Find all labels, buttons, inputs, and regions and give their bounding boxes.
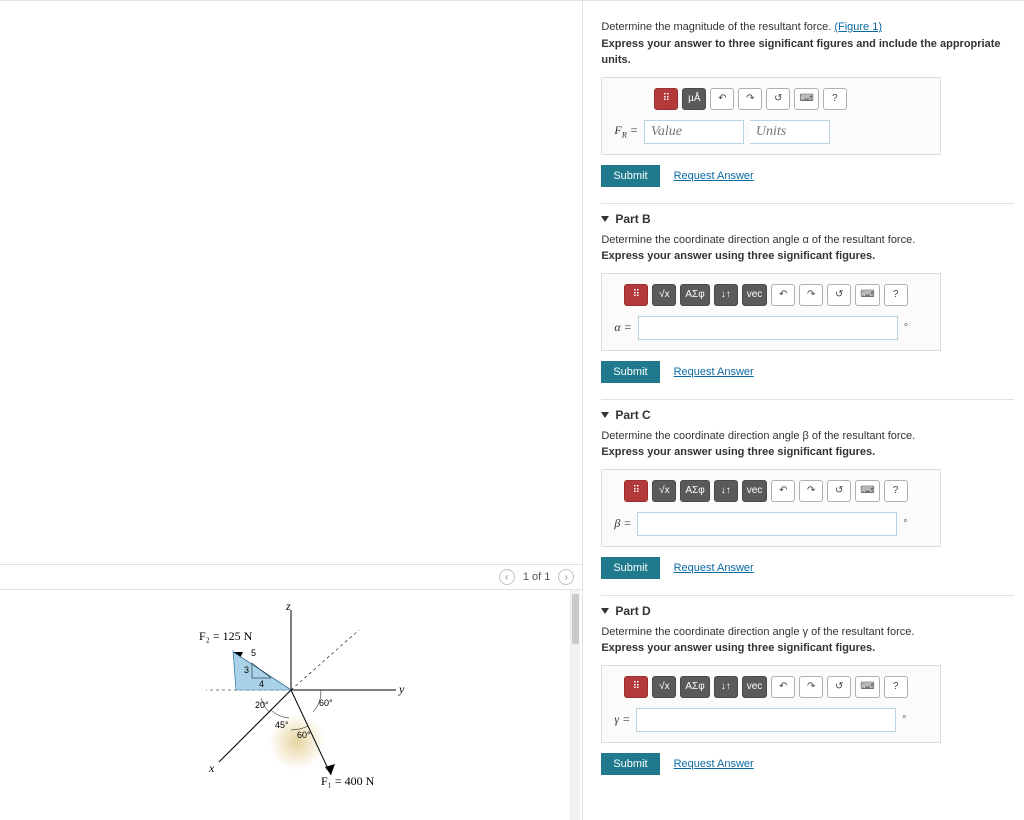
partA-submit-button[interactable]: Submit [601,165,659,187]
partA-guidance: Express your answer to three significant… [601,36,1014,69]
figure-nav: ‹ 1 of 1 › [0,564,582,590]
angle-45: 45° [275,720,289,730]
greek-button[interactable]: ΑΣφ [680,284,709,306]
partA-var-label: FR = [614,123,638,139]
partB-instruction: Determine the coordinate direction angle… [601,232,1014,249]
partB-value-input[interactable] [638,316,898,340]
help-button[interactable]: ? [884,676,908,698]
subsup-button[interactable]: ↓↑ [714,284,738,306]
tri-3: 3 [244,665,249,675]
scrollbar-thumb[interactable] [572,594,579,644]
partB-unit-suffix: ° [904,322,908,334]
partB-header[interactable]: Part B [601,203,1014,226]
partB-answerbox: ⠿ √x ΑΣφ ↓↑ vec ↶ ↷ ↺ ⌨ ? α = ° [601,273,941,351]
keyboard-button[interactable]: ⌨ [855,284,879,306]
reset-button[interactable]: ↺ [827,676,851,698]
caret-icon [601,216,609,222]
partC-instruction: Determine the coordinate direction angle… [601,428,1014,445]
figure-link[interactable]: (Figure 1) [834,21,882,33]
angle-60a: 60° [319,698,333,708]
tri-5: 5 [251,648,256,658]
partC-var-label: β = [614,516,631,531]
partD-title: Part D [615,604,650,618]
templates-button[interactable]: ⠿ [624,676,648,698]
redo-button[interactable]: ↷ [738,88,762,110]
partD-guidance: Express your answer using three signific… [601,640,1014,657]
partB-guidance: Express your answer using three signific… [601,248,1014,265]
partD-answerbox: ⠿ √x ΑΣφ ↓↑ vec ↶ ↷ ↺ ⌨ ? γ = ° [601,665,941,743]
force-f2-label: F₂ = 125 N [199,629,253,643]
sqrt-button[interactable]: √x [652,676,676,698]
help-button[interactable]: ? [884,480,908,502]
undo-button[interactable]: ↶ [710,88,734,110]
partC-value-input[interactable] [637,512,897,536]
partD-submit-button[interactable]: Submit [601,753,659,775]
tri-4: 4 [259,679,264,689]
axis-x-label: x [208,761,215,775]
angle-20: 20° [255,700,269,710]
help-button[interactable]: ? [884,284,908,306]
partB-title: Part B [615,212,650,226]
figure-body: z y x F₂ = 125 N F₁ = 400 N 60° 60° 45° … [0,590,582,820]
partC-header[interactable]: Part C [601,399,1014,422]
units-button[interactable]: µÅ [682,88,706,110]
templates-button[interactable]: ⠿ [654,88,678,110]
greek-button[interactable]: ΑΣφ [680,480,709,502]
caret-icon [601,412,609,418]
figure-scrollbar[interactable] [570,590,580,820]
undo-button[interactable]: ↶ [771,284,795,306]
vec-button[interactable]: vec [742,676,768,698]
redo-button[interactable]: ↷ [799,284,823,306]
figure-next-button[interactable]: › [558,569,574,585]
vec-button[interactable]: vec [742,284,768,306]
partD-value-input[interactable] [636,708,896,732]
angle-60b: 60° [297,730,311,740]
figure-svg: z y x F₂ = 125 N F₁ = 400 N 60° 60° 45° … [121,600,461,810]
partA-units-input[interactable] [750,120,830,144]
partC-guidance: Express your answer using three signific… [601,444,1014,461]
caret-icon [601,608,609,614]
partD-request-answer-link[interactable]: Request Answer [674,758,754,770]
redo-button[interactable]: ↷ [799,480,823,502]
partD-header[interactable]: Part D [601,595,1014,618]
reset-button[interactable]: ↺ [827,480,851,502]
sqrt-button[interactable]: √x [652,480,676,502]
keyboard-button[interactable]: ⌨ [855,676,879,698]
subsup-button[interactable]: ↓↑ [714,480,738,502]
partC-unit-suffix: ° [903,518,907,530]
keyboard-button[interactable]: ⌨ [794,88,818,110]
axis-z-label: z [285,600,291,613]
subsup-button[interactable]: ↓↑ [714,676,738,698]
partA-request-answer-link[interactable]: Request Answer [674,170,754,182]
greek-button[interactable]: ΑΣφ [680,676,709,698]
reset-button[interactable]: ↺ [827,284,851,306]
partA-instruction: Determine the magnitude of the resultant… [601,19,1014,36]
partD-unit-suffix: ° [902,714,906,726]
figure-prev-button[interactable]: ‹ [499,569,515,585]
partB-var-label: α = [614,320,631,335]
partB-request-answer-link[interactable]: Request Answer [674,366,754,378]
partD-instruction: Determine the coordinate direction angle… [601,624,1014,641]
keyboard-button[interactable]: ⌨ [855,480,879,502]
vec-button[interactable]: vec [742,480,768,502]
partC-request-answer-link[interactable]: Request Answer [674,562,754,574]
partA-answerbox: ⠿ µÅ ↶ ↷ ↺ ⌨ ? FR = [601,77,941,155]
undo-button[interactable]: ↶ [771,676,795,698]
templates-button[interactable]: ⠿ [624,284,648,306]
help-button[interactable]: ? [823,88,847,110]
templates-button[interactable]: ⠿ [624,480,648,502]
partB-submit-button[interactable]: Submit [601,361,659,383]
axis-y-label: y [398,682,405,696]
sqrt-button[interactable]: √x [652,284,676,306]
partC-title: Part C [615,408,650,422]
partD-var-label: γ = [614,712,630,727]
undo-button[interactable]: ↶ [771,480,795,502]
partC-answerbox: ⠿ √x ΑΣφ ↓↑ vec ↶ ↷ ↺ ⌨ ? β = ° [601,469,941,547]
figure-counter: 1 of 1 [523,571,551,583]
force-f1-label: F₁ = 400 N [321,774,375,788]
redo-button[interactable]: ↷ [799,676,823,698]
reset-button[interactable]: ↺ [766,88,790,110]
partA-value-input[interactable] [644,120,744,144]
partC-submit-button[interactable]: Submit [601,557,659,579]
